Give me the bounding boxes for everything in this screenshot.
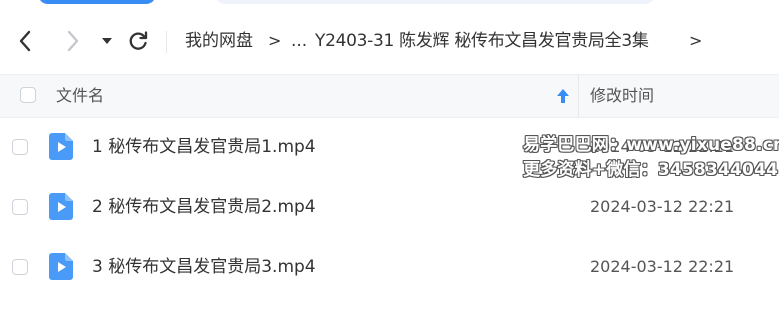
column-header-modified[interactable]: 修改时间 — [590, 85, 654, 107]
navigation-bar: 我的网盘 > ... Y2403-31 陈发辉 秘传布文昌发官贵局全3集 > — [0, 18, 779, 64]
file-modified-time: 2024-03-12 22:21 — [590, 197, 735, 216]
file-name[interactable]: 2 秘传布文昌发官贵局2.mp4 — [92, 195, 316, 219]
watermark-line-2: 更多资料+微信：3458344044 — [523, 160, 779, 180]
refresh-button[interactable] — [125, 28, 151, 54]
breadcrumb-separator: > — [689, 31, 703, 50]
refresh-icon — [129, 31, 148, 50]
video-file-icon — [49, 133, 73, 160]
chevron-left-icon — [19, 30, 31, 52]
watermark-line-1: 易学巴巴网：www.yixue88.cn — [523, 135, 779, 155]
video-file-icon — [49, 253, 73, 280]
file-row[interactable]: 2 秘传布文昌发官贵局2.mp4 2024-03-12 22:21 — [0, 177, 779, 237]
column-divider[interactable] — [578, 75, 579, 117]
breadcrumb-separator: > — [268, 31, 282, 50]
watermark: 易学巴巴网：www.yixue88.cn 更多资料+微信：3458344044 — [523, 133, 779, 183]
top-strip — [0, 0, 779, 6]
forward-button[interactable] — [60, 28, 86, 54]
file-list-header: 文件名 修改时间 — [0, 74, 779, 118]
row-checkbox[interactable] — [12, 199, 28, 215]
search-bar-edge[interactable] — [215, 0, 655, 4]
row-checkbox[interactable] — [12, 259, 28, 275]
file-row[interactable]: 3 秘传布文昌发官贵局3.mp4 2024-03-12 22:21 — [0, 237, 779, 297]
video-file-icon — [49, 193, 73, 220]
history-dropdown-button[interactable] — [94, 28, 120, 54]
back-button[interactable] — [12, 28, 38, 54]
nav-divider — [166, 31, 167, 53]
sort-up-arrow-icon[interactable] — [556, 87, 570, 105]
file-modified-time: 2024-03-12 22:21 — [590, 257, 735, 276]
file-name[interactable]: 3 秘传布文昌发官贵局3.mp4 — [92, 255, 316, 279]
file-name[interactable]: 1 秘传布文昌发官贵局1.mp4 — [92, 135, 316, 159]
column-header-name[interactable]: 文件名 — [56, 85, 104, 107]
row-checkbox[interactable] — [12, 139, 28, 155]
caret-down-icon — [102, 38, 112, 44]
breadcrumb-item-current[interactable]: Y2403-31 陈发辉 秘传布文昌发官贵局全3集 — [315, 29, 649, 53]
select-all-checkbox[interactable] — [20, 87, 36, 103]
breadcrumb-item-ellipsis[interactable]: ... — [291, 29, 307, 53]
breadcrumb-item-root[interactable]: 我的网盘 — [185, 29, 253, 53]
chevron-right-icon — [67, 30, 79, 52]
upload-button-edge[interactable] — [38, 0, 156, 4]
